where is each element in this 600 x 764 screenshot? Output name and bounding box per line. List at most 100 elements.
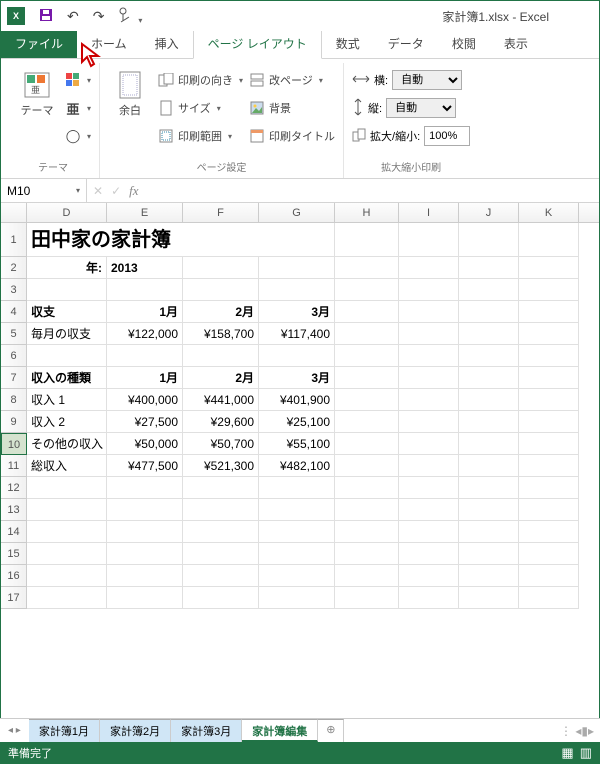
cell[interactable]: 収入 1 <box>27 389 107 411</box>
cell[interactable] <box>519 301 579 323</box>
select-all-corner[interactable] <box>1 203 27 222</box>
cell[interactable]: 田中家の家計簿 <box>27 223 335 257</box>
cell[interactable]: その他の収入 <box>27 433 107 455</box>
cell[interactable] <box>399 323 459 345</box>
margins-button[interactable]: 余白 <box>108 69 152 117</box>
cell[interactable] <box>259 279 335 301</box>
cell[interactable] <box>107 543 183 565</box>
cell[interactable] <box>107 345 183 367</box>
row-header-14[interactable]: 14 <box>1 521 27 543</box>
cell[interactable]: 収支 <box>27 301 107 323</box>
cell[interactable] <box>459 345 519 367</box>
save-icon[interactable] <box>39 8 53 25</box>
colors-button[interactable]: ▾ <box>65 69 91 91</box>
cell[interactable] <box>459 587 519 609</box>
cell[interactable] <box>259 543 335 565</box>
cell[interactable] <box>399 411 459 433</box>
cell[interactable] <box>459 367 519 389</box>
col-header-K[interactable]: K <box>519 203 579 222</box>
cell[interactable] <box>183 257 259 279</box>
tab-review[interactable]: 校閲 <box>438 29 490 58</box>
cell[interactable] <box>335 223 399 257</box>
col-header-J[interactable]: J <box>459 203 519 222</box>
cell[interactable]: ¥55,100 <box>259 433 335 455</box>
excel-icon[interactable]: X <box>7 7 25 25</box>
cell[interactable] <box>399 223 459 257</box>
cell[interactable]: ¥50,700 <box>183 433 259 455</box>
width-select[interactable]: 自動 <box>392 70 462 90</box>
tab-page-layout[interactable]: ページ レイアウト <box>193 28 322 59</box>
row-header-16[interactable]: 16 <box>1 565 27 587</box>
cell[interactable]: ¥400,000 <box>107 389 183 411</box>
cell[interactable] <box>335 543 399 565</box>
cell[interactable]: 毎月の収支 <box>27 323 107 345</box>
cell[interactable]: ¥29,600 <box>183 411 259 433</box>
cell[interactable] <box>459 455 519 477</box>
cell[interactable] <box>459 323 519 345</box>
col-header-G[interactable]: G <box>259 203 335 222</box>
row-header-6[interactable]: 6 <box>1 345 27 367</box>
tab-data[interactable]: データ <box>374 29 438 58</box>
cell[interactable] <box>335 257 399 279</box>
cell[interactable] <box>27 345 107 367</box>
cell[interactable] <box>259 587 335 609</box>
row-header-7[interactable]: 7 <box>1 367 27 389</box>
cell[interactable]: 1月 <box>107 367 183 389</box>
cell[interactable] <box>519 345 579 367</box>
cell[interactable] <box>27 499 107 521</box>
cell[interactable] <box>399 521 459 543</box>
cell[interactable] <box>183 543 259 565</box>
cell[interactable]: 年: <box>27 257 107 279</box>
orientation-button[interactable]: 印刷の向き▾ <box>158 69 243 91</box>
themes-button[interactable]: 亜 テーマ <box>15 69 59 117</box>
cell[interactable] <box>399 587 459 609</box>
cell[interactable] <box>519 257 579 279</box>
row-header-8[interactable]: 8 <box>1 389 27 411</box>
cell[interactable] <box>519 543 579 565</box>
row-header-10[interactable]: 10 <box>1 433 27 455</box>
cell[interactable] <box>519 223 579 257</box>
cell[interactable] <box>459 543 519 565</box>
cell[interactable]: ¥27,500 <box>107 411 183 433</box>
cell[interactable] <box>459 565 519 587</box>
cell[interactable] <box>335 389 399 411</box>
page-layout-view-icon[interactable]: ▥ <box>580 745 592 761</box>
cell[interactable] <box>27 279 107 301</box>
new-sheet-button[interactable]: ⊕ <box>318 719 344 742</box>
redo-icon[interactable]: ↷ <box>93 8 105 25</box>
cell[interactable]: 3月 <box>259 301 335 323</box>
cell[interactable] <box>459 279 519 301</box>
cell[interactable] <box>27 587 107 609</box>
cell[interactable] <box>107 499 183 521</box>
cells-area[interactable]: 田中家の家計簿年:2013収支1月2月3月毎月の収支¥122,000¥158,7… <box>27 223 599 609</box>
cell[interactable]: 2月 <box>183 301 259 323</box>
sheet-tab-2[interactable]: 家計簿2月 <box>100 719 171 742</box>
sheet-tab-1[interactable]: 家計簿1月 <box>29 719 100 742</box>
cell[interactable] <box>519 389 579 411</box>
hscroll[interactable]: ⋮ ◂▮▸ <box>560 724 600 738</box>
cell[interactable] <box>399 433 459 455</box>
cell[interactable] <box>519 455 579 477</box>
cell[interactable] <box>259 257 335 279</box>
tab-view[interactable]: 表示 <box>490 29 542 58</box>
row-header-5[interactable]: 5 <box>1 323 27 345</box>
cell[interactable] <box>335 411 399 433</box>
cell[interactable] <box>459 257 519 279</box>
cell[interactable] <box>183 477 259 499</box>
cell[interactable] <box>399 301 459 323</box>
cell[interactable] <box>335 565 399 587</box>
cell[interactable] <box>335 345 399 367</box>
fonts-button[interactable]: 亜▾ <box>65 97 91 119</box>
cell[interactable] <box>459 477 519 499</box>
cell[interactable] <box>335 455 399 477</box>
cell[interactable] <box>335 301 399 323</box>
cell[interactable]: ¥482,100 <box>259 455 335 477</box>
cell[interactable] <box>399 477 459 499</box>
cell[interactable] <box>399 565 459 587</box>
cell[interactable]: 1月 <box>107 301 183 323</box>
cell[interactable] <box>27 477 107 499</box>
cell[interactable] <box>107 565 183 587</box>
breaks-button[interactable]: 改ページ▾ <box>249 69 335 91</box>
cell[interactable] <box>107 279 183 301</box>
row-header-2[interactable]: 2 <box>1 257 27 279</box>
